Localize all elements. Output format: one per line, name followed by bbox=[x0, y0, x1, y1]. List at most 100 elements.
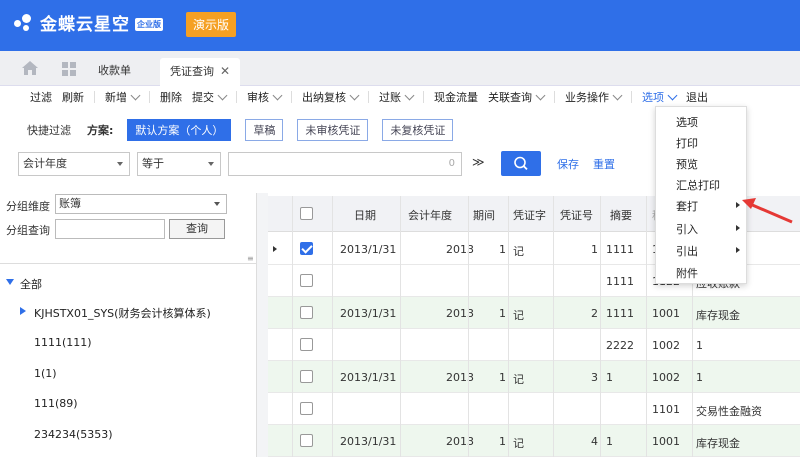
menu-item-options[interactable]: 选项 bbox=[676, 114, 698, 130]
toolbar-filter[interactable]: 过滤 bbox=[30, 89, 52, 105]
tree-node[interactable]: 111(89) bbox=[34, 397, 78, 410]
quick-filter-label: 快捷过滤 bbox=[27, 124, 71, 137]
grid-column-line bbox=[508, 196, 509, 457]
chevron-down-icon bbox=[612, 90, 623, 100]
grid-column-line bbox=[292, 196, 293, 457]
filter-field-select[interactable]: 会计年度 bbox=[18, 152, 130, 176]
filter-operator-select[interactable]: 等于 bbox=[137, 152, 221, 176]
row-checkbox[interactable] bbox=[300, 338, 313, 351]
cell-account-name: 库存现金 bbox=[696, 437, 740, 450]
row-checkbox[interactable] bbox=[300, 274, 313, 287]
cell-account: 1101 bbox=[652, 403, 680, 416]
cell-summary: 1111 bbox=[606, 243, 634, 256]
cell-voucher-no: 2 bbox=[591, 307, 598, 320]
row-checkbox[interactable] bbox=[300, 434, 313, 447]
splitter-icon[interactable]: ≡ bbox=[247, 254, 254, 263]
reset-button[interactable]: 重置 bbox=[593, 156, 615, 172]
menu-item-attachment[interactable]: 附件 bbox=[676, 265, 698, 281]
expand-filters-icon[interactable]: ≫ bbox=[472, 155, 485, 169]
toolbar-new[interactable]: 新增 bbox=[105, 89, 141, 105]
menu-item-template-print[interactable]: 套打 bbox=[676, 198, 698, 214]
caret-down-icon bbox=[214, 202, 220, 206]
tree-node[interactable]: 1111(111) bbox=[34, 336, 92, 349]
close-icon[interactable]: ✕ bbox=[220, 64, 230, 78]
logo-icon bbox=[12, 12, 34, 34]
toolbar-options-label: 选项 bbox=[642, 91, 664, 104]
expand-icon[interactable] bbox=[20, 307, 26, 315]
toolbar-submit[interactable]: 提交 bbox=[192, 89, 228, 105]
table-row[interactable]: 1101 交易性金融资 bbox=[268, 393, 800, 425]
table-row[interactable]: 2013/1/31 2013 1 记 2 1111 1001 库存现金 bbox=[268, 297, 800, 329]
menu-item-export[interactable]: 引出 bbox=[676, 243, 698, 259]
quick-filter: 快捷过滤 方案: 默认方案（个人） 草稿 未审核凭证 未复核凭证 bbox=[27, 119, 467, 141]
menu-item-import[interactable]: 引入 bbox=[676, 221, 698, 237]
toolbar-delete[interactable]: 删除 bbox=[160, 89, 182, 105]
brand-name: 金蝶云星空 bbox=[40, 15, 130, 35]
row-checkbox[interactable] bbox=[300, 242, 313, 255]
cell-period: 1 bbox=[499, 307, 506, 320]
group-dimension-select[interactable]: 账簿 bbox=[55, 194, 227, 214]
filter-value-input[interactable]: 0 bbox=[228, 152, 462, 176]
row-checkbox[interactable] bbox=[300, 402, 313, 415]
table-row[interactable]: 2013/1/31 2013 1 记 4 1 1001 库存现金 bbox=[268, 425, 800, 457]
scheme-unreviewed-chip[interactable]: 未复核凭证 bbox=[382, 119, 454, 141]
col-date[interactable]: 日期 bbox=[354, 207, 376, 223]
tree-node-all[interactable]: 全部 bbox=[20, 276, 42, 292]
tab-receipt[interactable]: 收款单 bbox=[88, 58, 141, 86]
row-checkbox[interactable] bbox=[300, 306, 313, 319]
scheme-unaudited-chip[interactable]: 未审核凭证 bbox=[297, 119, 369, 141]
demo-badge: 演示版 bbox=[186, 12, 237, 37]
caret-down-icon bbox=[117, 162, 123, 166]
toolbar-audit[interactable]: 审核 bbox=[247, 89, 283, 105]
cell-account-name: 交易性金融资 bbox=[696, 405, 762, 418]
search-button[interactable] bbox=[501, 151, 541, 176]
tab-voucher-query[interactable]: 凭证查询 ✕ bbox=[160, 58, 241, 86]
cell-voucher-word: 记 bbox=[513, 437, 524, 450]
tree-node-accounting-system[interactable]: KJHSTX01_SYS(财务会计核算体系) bbox=[34, 305, 211, 321]
toolbar-refresh[interactable]: 刷新 bbox=[62, 89, 84, 105]
cell-voucher-no: 3 bbox=[591, 371, 598, 384]
scheme-draft-chip[interactable]: 草稿 bbox=[245, 119, 284, 141]
divider bbox=[554, 91, 555, 103]
menu-item-preview[interactable]: 预览 bbox=[676, 156, 698, 172]
divider bbox=[368, 91, 369, 103]
divider bbox=[149, 91, 150, 103]
group-dimension-value: 账簿 bbox=[59, 197, 81, 210]
query-button[interactable]: 查询 bbox=[169, 219, 225, 239]
select-all-checkbox[interactable] bbox=[300, 207, 313, 220]
chevron-down-icon bbox=[349, 90, 360, 100]
toolbar-exit[interactable]: 退出 bbox=[686, 89, 708, 105]
toolbar-post[interactable]: 过账 bbox=[379, 89, 415, 105]
col-year[interactable]: 会计年度 bbox=[408, 207, 452, 223]
table-row[interactable]: 2222 1002 1 bbox=[268, 329, 800, 361]
group-query-input[interactable] bbox=[55, 219, 165, 239]
cell-summary: 1 bbox=[606, 371, 613, 384]
menu-item-print[interactable]: 打印 bbox=[676, 135, 698, 151]
filter-value-number: 0 bbox=[448, 158, 455, 169]
col-voucher-word[interactable]: 凭证字 bbox=[513, 207, 546, 223]
apps-grid-icon[interactable] bbox=[62, 62, 76, 76]
col-summary[interactable]: 摘要 bbox=[610, 207, 632, 223]
collapse-icon[interactable] bbox=[6, 279, 14, 285]
save-button[interactable]: 保存 bbox=[557, 156, 579, 172]
scheme-default-chip[interactable]: 默认方案（个人） bbox=[127, 119, 232, 141]
divider bbox=[423, 91, 424, 103]
group-query-label: 分组查询 bbox=[6, 224, 50, 237]
home-icon[interactable] bbox=[22, 61, 38, 75]
cell-account-name: 库存现金 bbox=[696, 309, 740, 322]
cell-account: 1001 bbox=[652, 307, 680, 320]
menu-item-summary-print[interactable]: 汇总打印 bbox=[676, 177, 720, 193]
toolbar-related-query[interactable]: 关联查询 bbox=[488, 89, 546, 105]
chevron-down-icon bbox=[404, 90, 415, 100]
col-voucher-no[interactable]: 凭证号 bbox=[560, 207, 593, 223]
toolbar-cashier-review[interactable]: 出纳复核 bbox=[302, 89, 360, 105]
toolbar-cash-flow[interactable]: 现金流量 bbox=[434, 89, 478, 105]
tree-node[interactable]: 234234(5353) bbox=[34, 428, 113, 441]
toolbar-options[interactable]: 选项 bbox=[642, 89, 678, 105]
col-period[interactable]: 期间 bbox=[473, 207, 495, 223]
table-row[interactable]: 2013/1/31 2013 1 记 3 1 1002 1 bbox=[268, 361, 800, 393]
panel-splitter[interactable] bbox=[256, 193, 268, 457]
toolbar-business-ops[interactable]: 业务操作 bbox=[565, 89, 623, 105]
tree-node[interactable]: 1(1) bbox=[34, 367, 57, 380]
row-checkbox[interactable] bbox=[300, 370, 313, 383]
